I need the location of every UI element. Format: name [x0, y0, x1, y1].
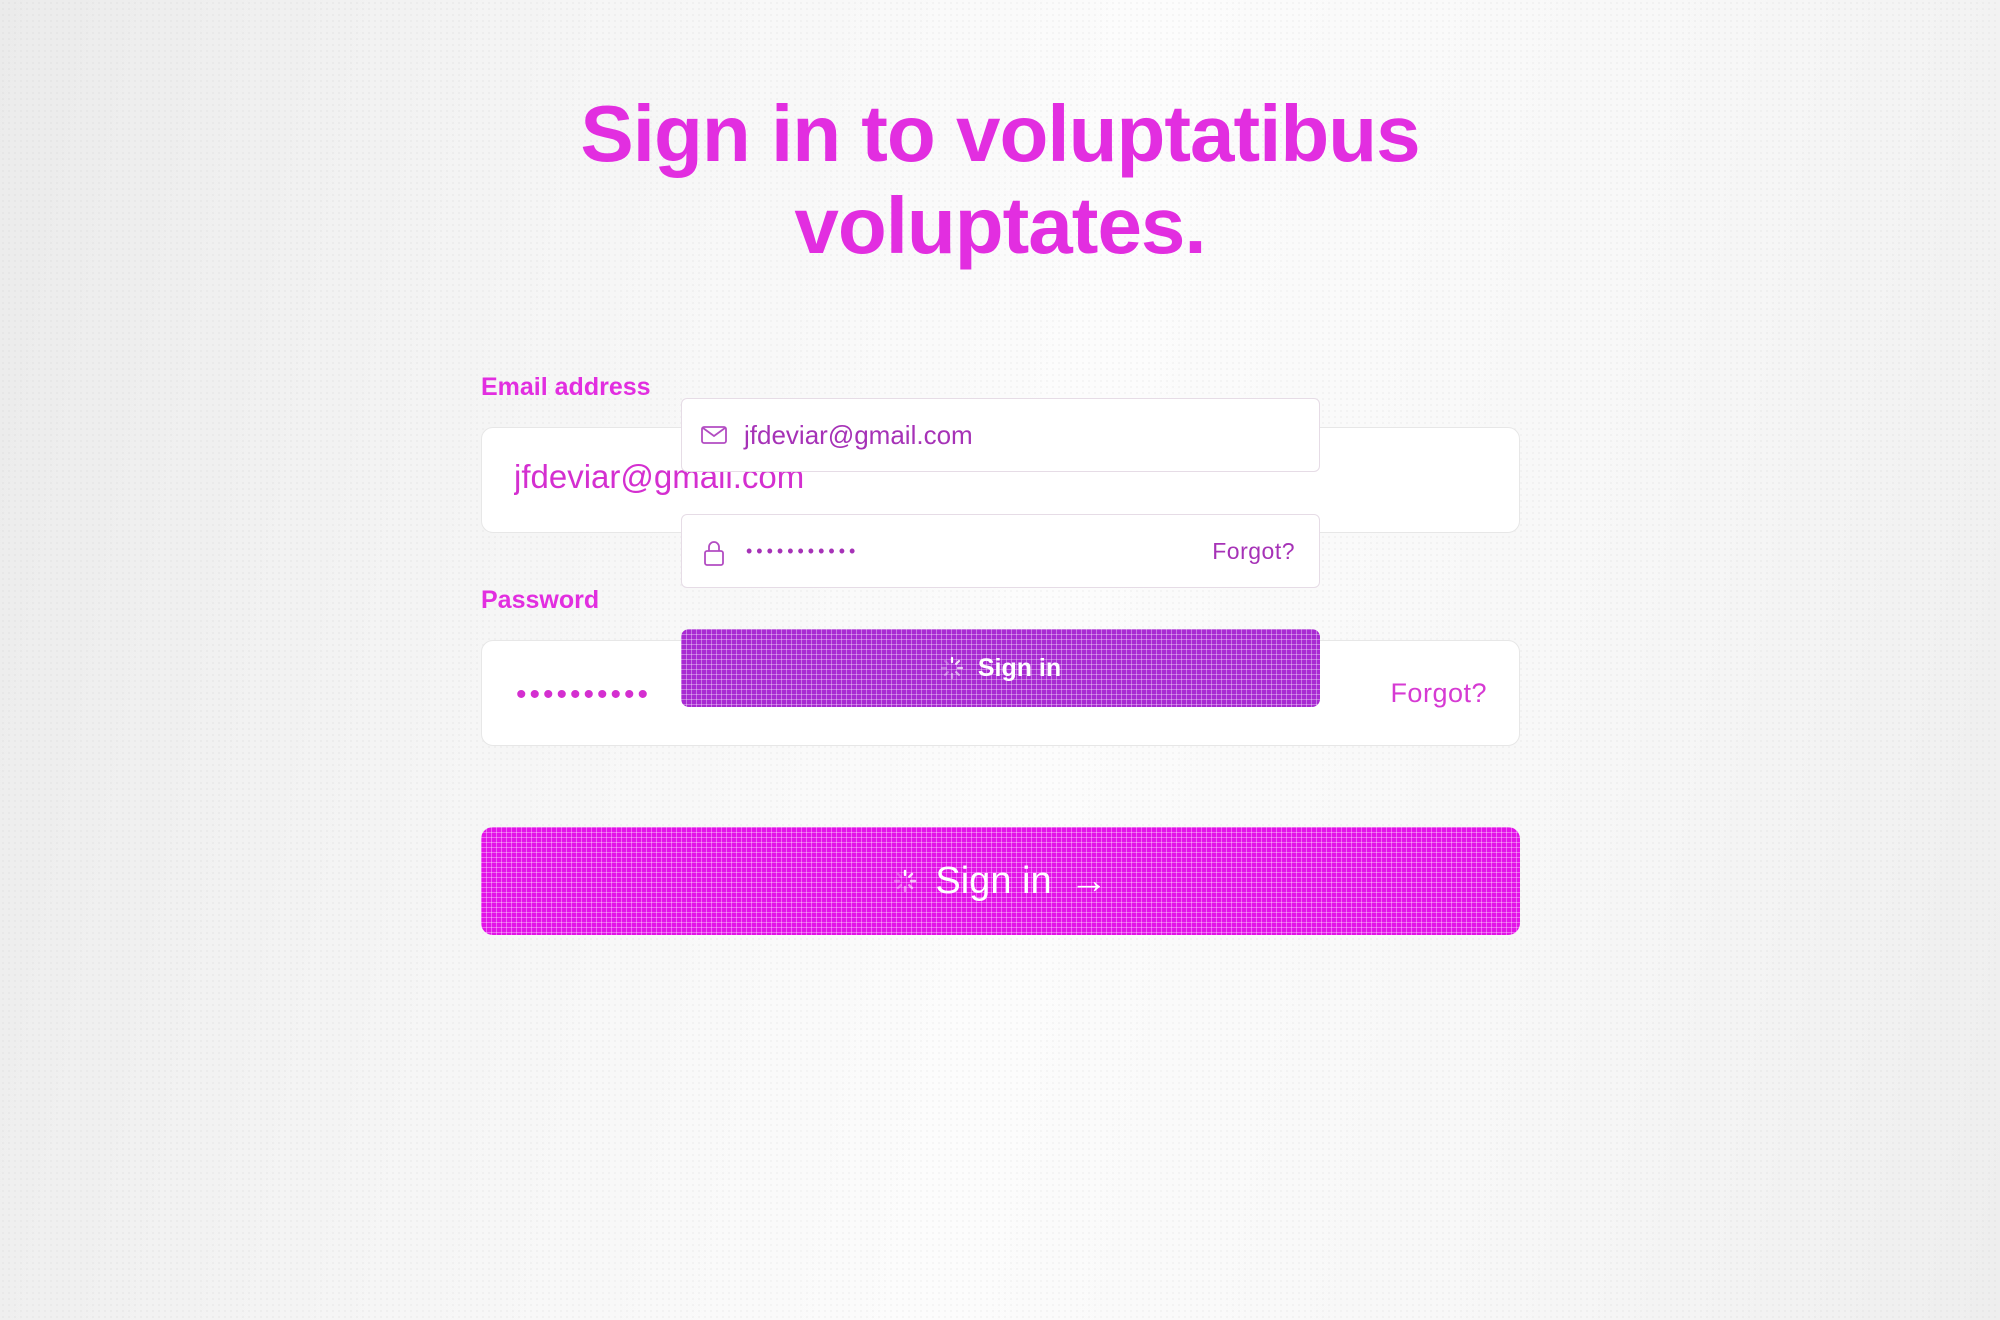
overlay-forgot-password-link[interactable]: Forgot? [1212, 538, 1295, 565]
arrow-right-icon: → [1069, 859, 1108, 902]
sign-in-button-label: Sign in [935, 859, 1052, 902]
password-input[interactable]: •••••••••• [516, 680, 651, 710]
forgot-password-link[interactable]: Forgot? [1390, 678, 1487, 709]
overlay-sign-in-button-label: Sign in [977, 653, 1062, 682]
password-label: Password [481, 586, 600, 614]
lock-icon [700, 539, 728, 566]
overlay-email-value[interactable]: jfdeviar@gmail.com [744, 420, 973, 451]
overlay-password-input[interactable]: ••••••••••• [746, 541, 859, 562]
overlay-sign-in-button[interactable]: Sign in [681, 629, 1320, 707]
email-label: Email address [481, 373, 651, 401]
sign-in-button[interactable]: Sign in → [481, 827, 1520, 935]
overlay-email-field[interactable]: jfdeviar@gmail.com [681, 398, 1320, 472]
spinner-icon [893, 869, 917, 893]
page-title: Sign in to voluptatibus voluptates. [580, 89, 1420, 270]
mail-icon [700, 423, 728, 447]
overlay-spinner-icon [940, 656, 964, 680]
overlay-password-field[interactable]: ••••••••••• Forgot? [681, 514, 1320, 588]
